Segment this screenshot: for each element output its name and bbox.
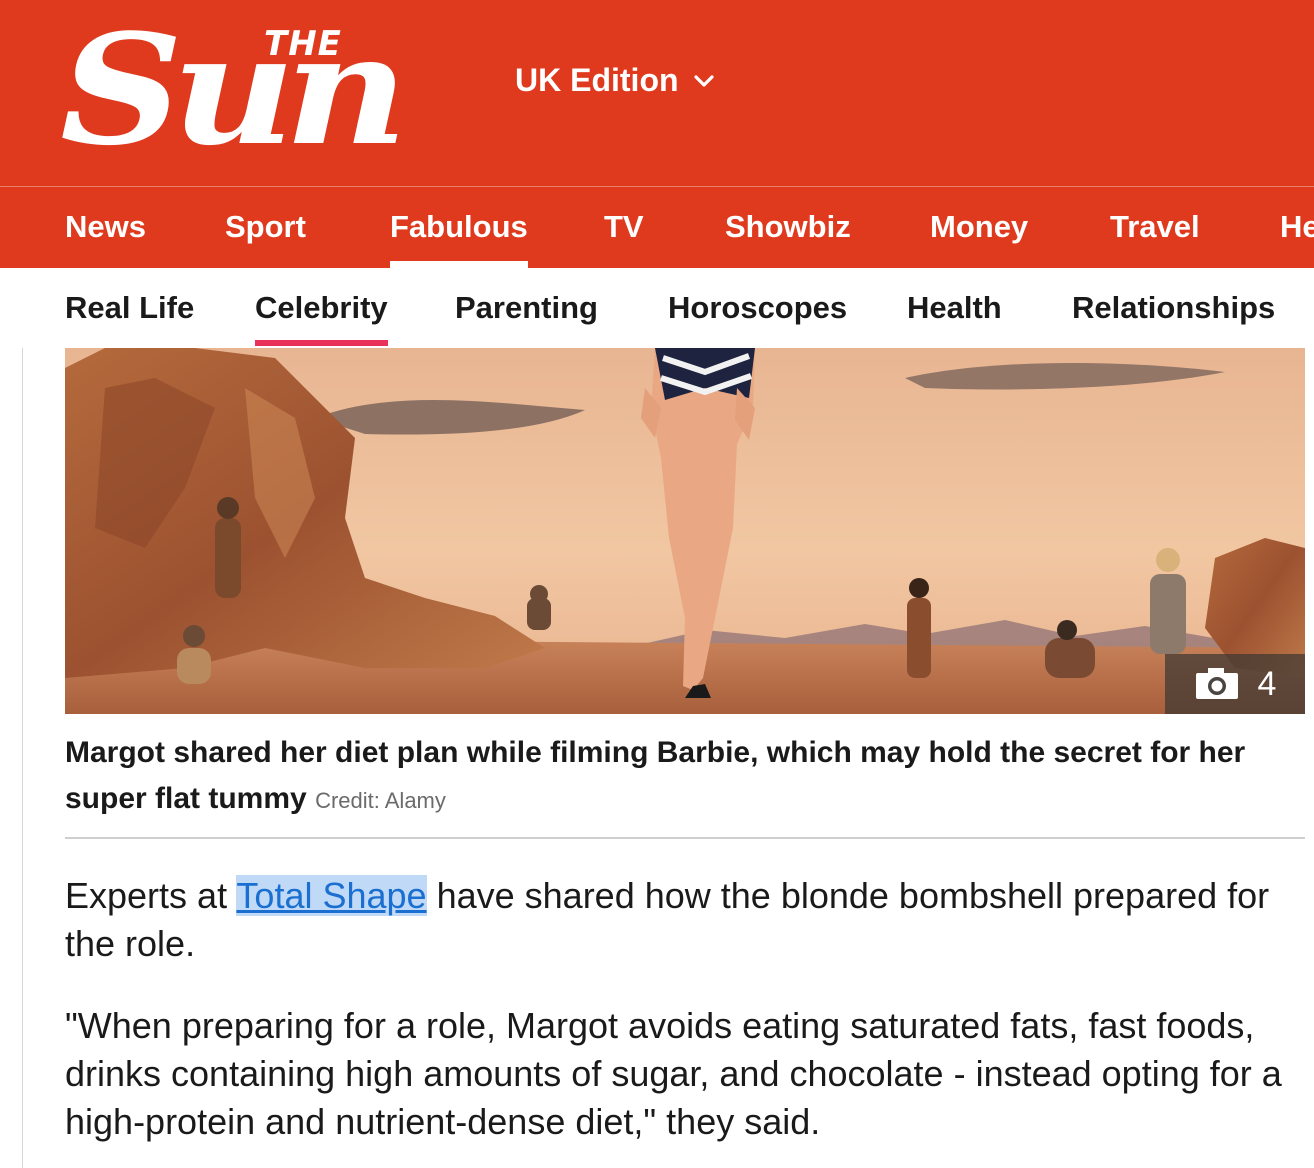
barbie-desert-scene-image	[65, 348, 1305, 714]
secondary-nav: Real Life Celebrity Parenting Horoscopes…	[0, 268, 1314, 348]
article-paragraph-2: "When preparing for a role, Margot avoid…	[65, 1005, 1282, 1142]
camera-icon	[1195, 668, 1238, 699]
left-divider	[22, 348, 23, 1168]
paragraph-1-intro: Experts at	[65, 875, 237, 916]
logo-sun-text: Sun	[60, 0, 408, 179]
image-caption: Margot shared her diet plan while filmin…	[65, 730, 1295, 824]
caption-divider	[65, 837, 1305, 839]
nav-item-tv[interactable]: TV	[604, 209, 644, 245]
article-paragraph-1: Experts at Total Shape have shared how t…	[65, 872, 1295, 968]
subnav-item-parenting[interactable]: Parenting	[455, 290, 598, 326]
nav-item-travel[interactable]: Travel	[1110, 209, 1200, 245]
nav-item-fabulous[interactable]: Fabulous	[390, 209, 528, 268]
edition-selector[interactable]: UK Edition	[515, 62, 715, 99]
gallery-count: 4	[1257, 664, 1277, 703]
nav-item-news[interactable]: News	[65, 209, 146, 245]
subnav-item-horoscopes[interactable]: Horoscopes	[668, 290, 847, 326]
edition-label: UK Edition	[515, 62, 679, 98]
nav-item-money[interactable]: Money	[930, 209, 1028, 245]
total-shape-link[interactable]: Total Shape	[236, 875, 427, 916]
gallery-count-badge[interactable]: 4	[1165, 654, 1305, 714]
subnav-item-health[interactable]: Health	[907, 290, 1002, 326]
masthead: THE Sun UK Edition	[0, 0, 1314, 186]
nav-item-health-truncated[interactable]: He	[1280, 209, 1314, 245]
nav-item-showbiz[interactable]: Showbiz	[725, 209, 851, 245]
chevron-down-icon	[693, 74, 714, 87]
subnav-item-real-life[interactable]: Real Life	[65, 290, 194, 326]
subnav-item-relationships[interactable]: Relationships	[1072, 290, 1275, 326]
hero-image[interactable]: 4	[65, 348, 1305, 714]
subnav-item-celebrity[interactable]: Celebrity	[255, 290, 388, 346]
nav-item-sport[interactable]: Sport	[225, 209, 306, 245]
caption-credit: Credit: Alamy	[315, 788, 446, 813]
primary-nav: News Sport Fabulous TV Showbiz Money Tra…	[0, 186, 1314, 268]
the-sun-logo[interactable]: THE Sun	[60, 14, 480, 166]
caption-text: Margot shared her diet plan while filmin…	[65, 736, 1246, 815]
